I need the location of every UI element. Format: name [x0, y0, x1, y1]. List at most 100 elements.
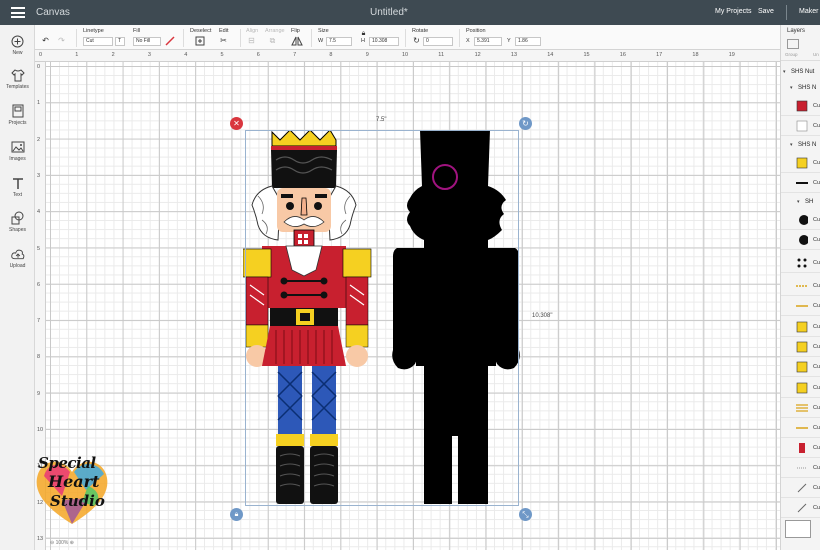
linetype-label: Linetype [83, 28, 104, 34]
layer-thumb-red-icon [795, 99, 808, 112]
width-input[interactable]: 7.5 [326, 37, 352, 46]
layer-row[interactable]: Cu [781, 498, 820, 518]
no-fill-swatch-icon[interactable] [164, 36, 175, 46]
layer-row[interactable]: Cu [781, 116, 820, 136]
cloud-upload-icon [10, 247, 25, 261]
lock-handle-icon[interactable]: 🔒︎ [230, 508, 243, 521]
linetype-select[interactable]: Cut [83, 37, 113, 46]
layer-thumb-yellow-line-icon [795, 299, 808, 312]
ruler-left-number: 1 [37, 100, 41, 107]
document-title[interactable]: Untitled* [370, 7, 408, 18]
layer-group[interactable]: ▾ SH [781, 195, 820, 209]
layer-row[interactable]: Cu [781, 438, 820, 458]
layer-row[interactable]: Cu [781, 253, 820, 273]
chevron-down-icon[interactable]: ▾ [790, 85, 793, 91]
layer-row-label: Cu [813, 260, 820, 266]
linetype-tool-icon[interactable]: T [115, 37, 125, 46]
rail-item-text[interactable]: Text [0, 176, 35, 198]
layer-group-label: SH [805, 199, 814, 205]
deselect-icon[interactable] [194, 36, 205, 46]
rail-item-images[interactable]: Images [0, 140, 35, 162]
toolbar-divider [240, 29, 241, 47]
layer-thumb-black-bar-icon [795, 176, 808, 189]
layer-thumb-black-circle-icon [795, 213, 808, 226]
redo-icon[interactable]: ↷ [56, 36, 67, 46]
rail-label: Text [12, 192, 23, 198]
zoom-control[interactable]: ⊖ 100% ⊕ [50, 540, 74, 546]
rail-item-new[interactable]: New [0, 34, 35, 56]
layer-row[interactable]: Cu [781, 153, 820, 173]
selection-bounding-box[interactable] [245, 130, 519, 506]
rotate-handle-icon[interactable]: ↻ [519, 117, 532, 130]
layer-group[interactable]: ▾ SHS N [781, 138, 820, 152]
layer-row[interactable]: Cu [781, 276, 820, 296]
rail-item-projects[interactable]: Projects [0, 104, 35, 126]
edit-toolbar: ↶ ↷ Linetype Cut T Fill No Fill Deselect… [35, 25, 780, 50]
ruler-top-number: 10 [402, 52, 409, 58]
layer-row-label: Cu [813, 364, 820, 370]
ruler-left-number: 3 [37, 172, 41, 179]
rail-item-upload[interactable]: Upload [0, 247, 35, 269]
position-x-input[interactable]: 5.391 [474, 37, 502, 46]
layer-row[interactable]: Cu [781, 357, 820, 377]
undo-icon[interactable]: ↶ [40, 36, 51, 46]
edit-scissors-icon[interactable]: ✂ [218, 36, 229, 46]
layer-row[interactable]: Cu [781, 317, 820, 337]
blank-canvas-swatch[interactable] [785, 520, 811, 538]
layer-row[interactable]: Cu [781, 378, 820, 398]
chevron-down-icon[interactable]: ▾ [783, 69, 786, 75]
group-icon[interactable] [787, 39, 799, 49]
layer-row-label: Cu [813, 485, 820, 491]
projects-icon [11, 104, 25, 118]
group-button[interactable]: Group [785, 52, 798, 57]
rail-item-templates[interactable]: Templates [0, 68, 35, 90]
ungroup-button[interactable]: Un [813, 52, 819, 57]
layer-row[interactable]: Cu [781, 398, 820, 418]
arrange-icon[interactable]: ⧉ [267, 36, 278, 46]
toolbar-divider [183, 29, 184, 47]
rotate-input[interactable]: 0 [423, 37, 453, 46]
layer-row-label: Cu [813, 180, 820, 186]
ruler-top: 0 1 2 3 4 5 6 7 8 9 10 11 12 13 14 15 16 17 18 19 [35, 50, 780, 62]
ruler-top-number: 7 [293, 52, 297, 58]
make-it-button[interactable]: Maker [799, 8, 818, 15]
layer-thumb-yellow-line-icon [795, 279, 808, 292]
layer-row[interactable]: Cu [781, 96, 820, 116]
hamburger-menu-icon[interactable] [11, 7, 25, 18]
logo-line-3: Studio [50, 492, 105, 510]
my-projects-link[interactable]: My Projects [715, 8, 752, 15]
position-y-input[interactable]: 1.86 [515, 37, 541, 46]
layer-row[interactable]: Cu [781, 230, 820, 250]
layer-group-label: SHS N [798, 142, 817, 148]
layer-row[interactable]: Cu [781, 173, 820, 193]
text-icon [11, 176, 25, 190]
layer-group[interactable]: ▾ SHS N [781, 81, 820, 95]
layer-row[interactable]: Cu [781, 478, 820, 498]
rail-item-shapes[interactable]: Shapes [0, 211, 35, 233]
layer-row-label: Cu [813, 123, 820, 129]
layer-row[interactable]: Cu [781, 418, 820, 438]
flip-icon[interactable] [291, 36, 303, 46]
chevron-down-icon[interactable]: ▾ [797, 199, 800, 205]
height-input[interactable]: 10.308 [369, 37, 399, 46]
layer-row[interactable]: Cu [781, 210, 820, 230]
ruler-top-number: 4 [184, 52, 188, 58]
special-heart-studio-logo: Special Heart Studio [32, 450, 114, 530]
layers-toolbar: Group Un [781, 36, 820, 61]
align-icon[interactable]: ⊟ [246, 36, 257, 46]
layer-row[interactable]: Cu [781, 296, 820, 316]
chevron-down-icon[interactable]: ▾ [790, 142, 793, 148]
layer-row[interactable]: Cu [781, 458, 820, 478]
image-icon [11, 140, 25, 154]
layer-row-label: Cu [813, 324, 820, 330]
layer-group[interactable]: ▾ SHS Nut [781, 65, 820, 79]
save-button[interactable]: Save [758, 8, 774, 15]
resize-handle-icon[interactable]: ⤡ [519, 508, 532, 521]
rail-label: Templates [6, 84, 29, 90]
fill-select[interactable]: No Fill [133, 37, 161, 46]
zoom-in-icon[interactable]: ⊕ [68, 540, 74, 546]
layer-thumb-black-circle-icon [795, 233, 808, 246]
delete-handle-icon[interactable]: ✕ [230, 117, 243, 130]
ruler-top-number: 11 [438, 52, 445, 58]
layer-row[interactable]: Cu [781, 337, 820, 357]
